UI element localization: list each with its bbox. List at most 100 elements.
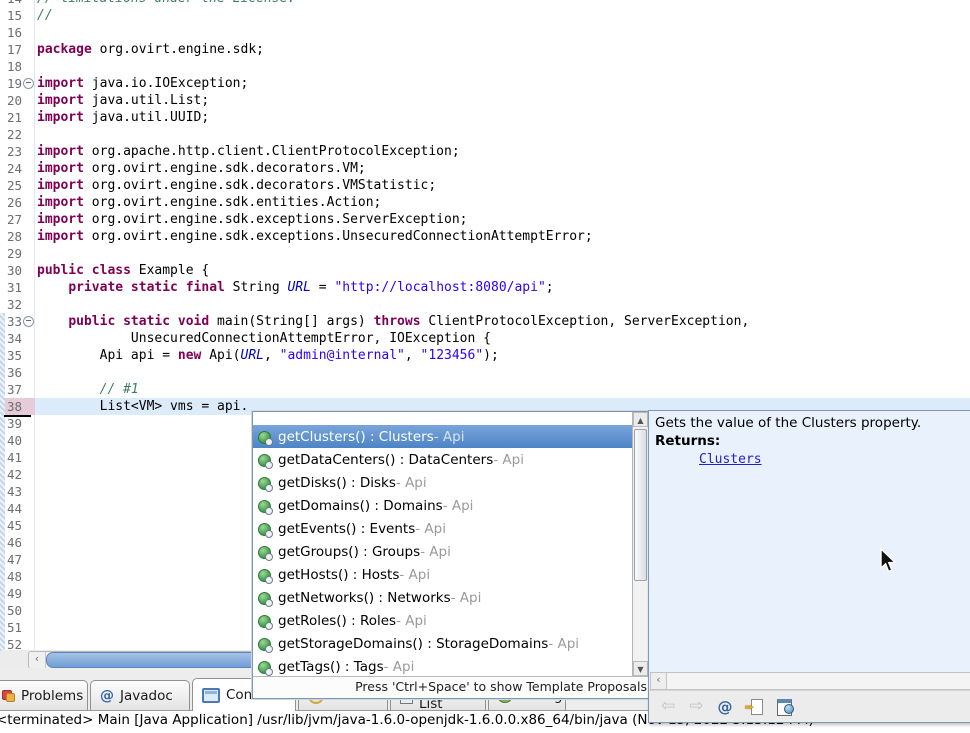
- completion-proposal[interactable]: getDataCenters() : DataCenters - Api: [253, 448, 648, 471]
- gutter-cell[interactable]: 26: [0, 194, 35, 211]
- gutter-cell[interactable]: 41: [0, 449, 35, 466]
- gutter-cell[interactable]: 20: [0, 92, 35, 109]
- code-line[interactable]: 27import org.ovirt.engine.sdk.exceptions…: [0, 211, 970, 228]
- assist-scrollbar-thumb[interactable]: [634, 429, 647, 581]
- gutter-cell[interactable]: 48: [0, 568, 35, 585]
- gutter-cell[interactable]: 36: [0, 364, 35, 381]
- completion-proposal[interactable]: getDomains() : Domains - Api: [253, 494, 648, 517]
- gutter-cell[interactable]: 47: [0, 551, 35, 568]
- code-line[interactable]: 14// limitations under the License.: [0, 0, 970, 7]
- collapse-icon[interactable]: [23, 78, 34, 89]
- gutter-cell[interactable]: 14: [0, 0, 35, 7]
- gutter-cell[interactable]: 25: [0, 177, 35, 194]
- gutter-cell[interactable]: 46: [0, 534, 35, 551]
- gutter-cell[interactable]: 30: [0, 262, 35, 279]
- gutter-cell[interactable]: 44: [0, 500, 35, 517]
- proposal-declaring-type: - Api: [415, 521, 446, 537]
- completion-proposal[interactable]: getRoles() : Roles - Api: [253, 609, 648, 632]
- gutter-cell[interactable]: 17: [0, 41, 35, 58]
- gutter-cell[interactable]: 15: [0, 7, 35, 24]
- scroll-down-icon[interactable]: ▼: [633, 661, 648, 676]
- code-text: import java.util.UUID;: [35, 110, 209, 125]
- code-line[interactable]: 28import org.ovirt.engine.sdk.exceptions…: [0, 228, 970, 245]
- code-text: import org.apache.http.client.ClientProt…: [35, 144, 460, 159]
- gutter-cell[interactable]: 34: [0, 330, 35, 347]
- attach-javadoc-icon[interactable]: [747, 699, 763, 714]
- gutter-cell[interactable]: 27: [0, 211, 35, 228]
- code-line[interactable]: 18: [0, 58, 970, 75]
- javadoc-horizontal-scrollbar[interactable]: ‹: [650, 672, 970, 690]
- gutter-cell[interactable]: 21: [0, 109, 35, 126]
- code-line[interactable]: 34 UnsecuredConnectionAttemptError, IOEx…: [0, 330, 970, 347]
- completion-proposal[interactable]: getTags() : Tags - Api: [253, 655, 648, 676]
- gutter-cell[interactable]: 32: [0, 296, 35, 313]
- gutter-cell[interactable]: 49: [0, 585, 35, 602]
- code-line[interactable]: 21import java.util.UUID;: [0, 109, 970, 126]
- code-line[interactable]: 19import java.io.IOException;: [0, 75, 970, 92]
- completion-proposal[interactable]: getClusters() : Clusters - Api: [253, 425, 648, 448]
- completion-proposal[interactable]: getStorageDomains() : StorageDomains - A…: [253, 632, 648, 655]
- code-line[interactable]: 22: [0, 126, 970, 143]
- code-line[interactable]: 29: [0, 245, 970, 262]
- completion-proposal[interactable]: getGroups() : Groups - Api: [253, 540, 648, 563]
- gutter-cell[interactable]: 45: [0, 517, 35, 534]
- completion-proposal[interactable]: getHosts() : Hosts - Api: [253, 563, 648, 586]
- public-method-icon: [257, 429, 273, 445]
- code-line[interactable]: 31 private static final String URL = "ht…: [0, 279, 970, 296]
- gutter-cell[interactable]: 35: [0, 347, 35, 364]
- open-in-browser-icon[interactable]: [777, 699, 794, 714]
- gutter-cell[interactable]: 24: [0, 160, 35, 177]
- gutter-cell[interactable]: 42: [0, 466, 35, 483]
- code-line[interactable]: 35 Api api = new Api(URL, "admin@interna…: [0, 347, 970, 364]
- content-assist-popup: getClusters() : Clusters - ApigetDataCen…: [252, 411, 649, 699]
- code-line[interactable]: 24import org.ovirt.engine.sdk.decorators…: [0, 160, 970, 177]
- tab-problems[interactable]: Problems: [0, 680, 88, 711]
- gutter-cell[interactable]: 38: [0, 398, 35, 415]
- gutter-cell[interactable]: 37: [0, 381, 35, 398]
- gutter-cell[interactable]: 22: [0, 126, 35, 143]
- gutter-cell[interactable]: 19: [0, 75, 35, 92]
- show-original-javadoc-icon[interactable]: @: [718, 698, 733, 716]
- forward-icon[interactable]: ⇨: [689, 698, 703, 715]
- code-line[interactable]: 33 public static void main(String[] args…: [0, 313, 970, 330]
- code-text: // limitations under the License.: [35, 0, 295, 6]
- gutter-cell[interactable]: 52: [0, 636, 35, 651]
- code-line[interactable]: 16: [0, 24, 970, 41]
- code-line[interactable]: 37 // #1: [0, 381, 970, 398]
- completion-proposal[interactable]: getEvents() : Events - Api: [253, 517, 648, 540]
- code-line[interactable]: 36: [0, 364, 970, 381]
- tab-javadoc[interactable]: @Javadoc: [90, 680, 190, 711]
- code-line[interactable]: 15//: [0, 7, 970, 24]
- gutter-cell[interactable]: 28: [0, 228, 35, 245]
- gutter-cell[interactable]: 43: [0, 483, 35, 500]
- gutter-cell[interactable]: 29: [0, 245, 35, 262]
- code-line[interactable]: 25import org.ovirt.engine.sdk.decorators…: [0, 177, 970, 194]
- line-number: 24: [0, 161, 22, 176]
- scroll-left-icon[interactable]: ‹: [651, 673, 667, 689]
- problems-icon: [2, 690, 15, 702]
- gutter-cell[interactable]: 50: [0, 602, 35, 619]
- gutter-cell[interactable]: 16: [0, 24, 35, 41]
- collapse-icon[interactable]: [23, 316, 34, 327]
- code-line[interactable]: 30public class Example {: [0, 262, 970, 279]
- code-line[interactable]: 20import java.util.List;: [0, 92, 970, 109]
- gutter-cell[interactable]: 51: [0, 619, 35, 636]
- gutter-cell[interactable]: 31: [0, 279, 35, 296]
- scroll-left-icon[interactable]: ‹: [29, 652, 46, 668]
- completion-proposal[interactable]: getNetworks() : Networks - Api: [253, 586, 648, 609]
- back-icon[interactable]: ⇦: [661, 698, 675, 715]
- code-line[interactable]: 17package org.ovirt.engine.sdk;: [0, 41, 970, 58]
- scroll-up-icon[interactable]: ▲: [633, 412, 648, 427]
- gutter-cell[interactable]: 18: [0, 58, 35, 75]
- gutter-cell[interactable]: 23: [0, 143, 35, 160]
- gutter-cell[interactable]: 33: [0, 313, 35, 330]
- gutter-cell[interactable]: 39: [0, 415, 35, 432]
- code-line[interactable]: 32: [0, 296, 970, 313]
- javadoc-returns-link[interactable]: Clusters: [699, 451, 762, 469]
- proposal-signature: getDomains() : Domains: [278, 498, 443, 514]
- gutter-cell[interactable]: 40: [0, 432, 35, 449]
- completion-proposal[interactable]: getDisks() : Disks - Api: [253, 471, 648, 494]
- code-line[interactable]: 26import org.ovirt.engine.sdk.entities.A…: [0, 194, 970, 211]
- assist-scrollbar[interactable]: ▲ ▼: [632, 412, 648, 676]
- code-line[interactable]: 23import org.apache.http.client.ClientPr…: [0, 143, 970, 160]
